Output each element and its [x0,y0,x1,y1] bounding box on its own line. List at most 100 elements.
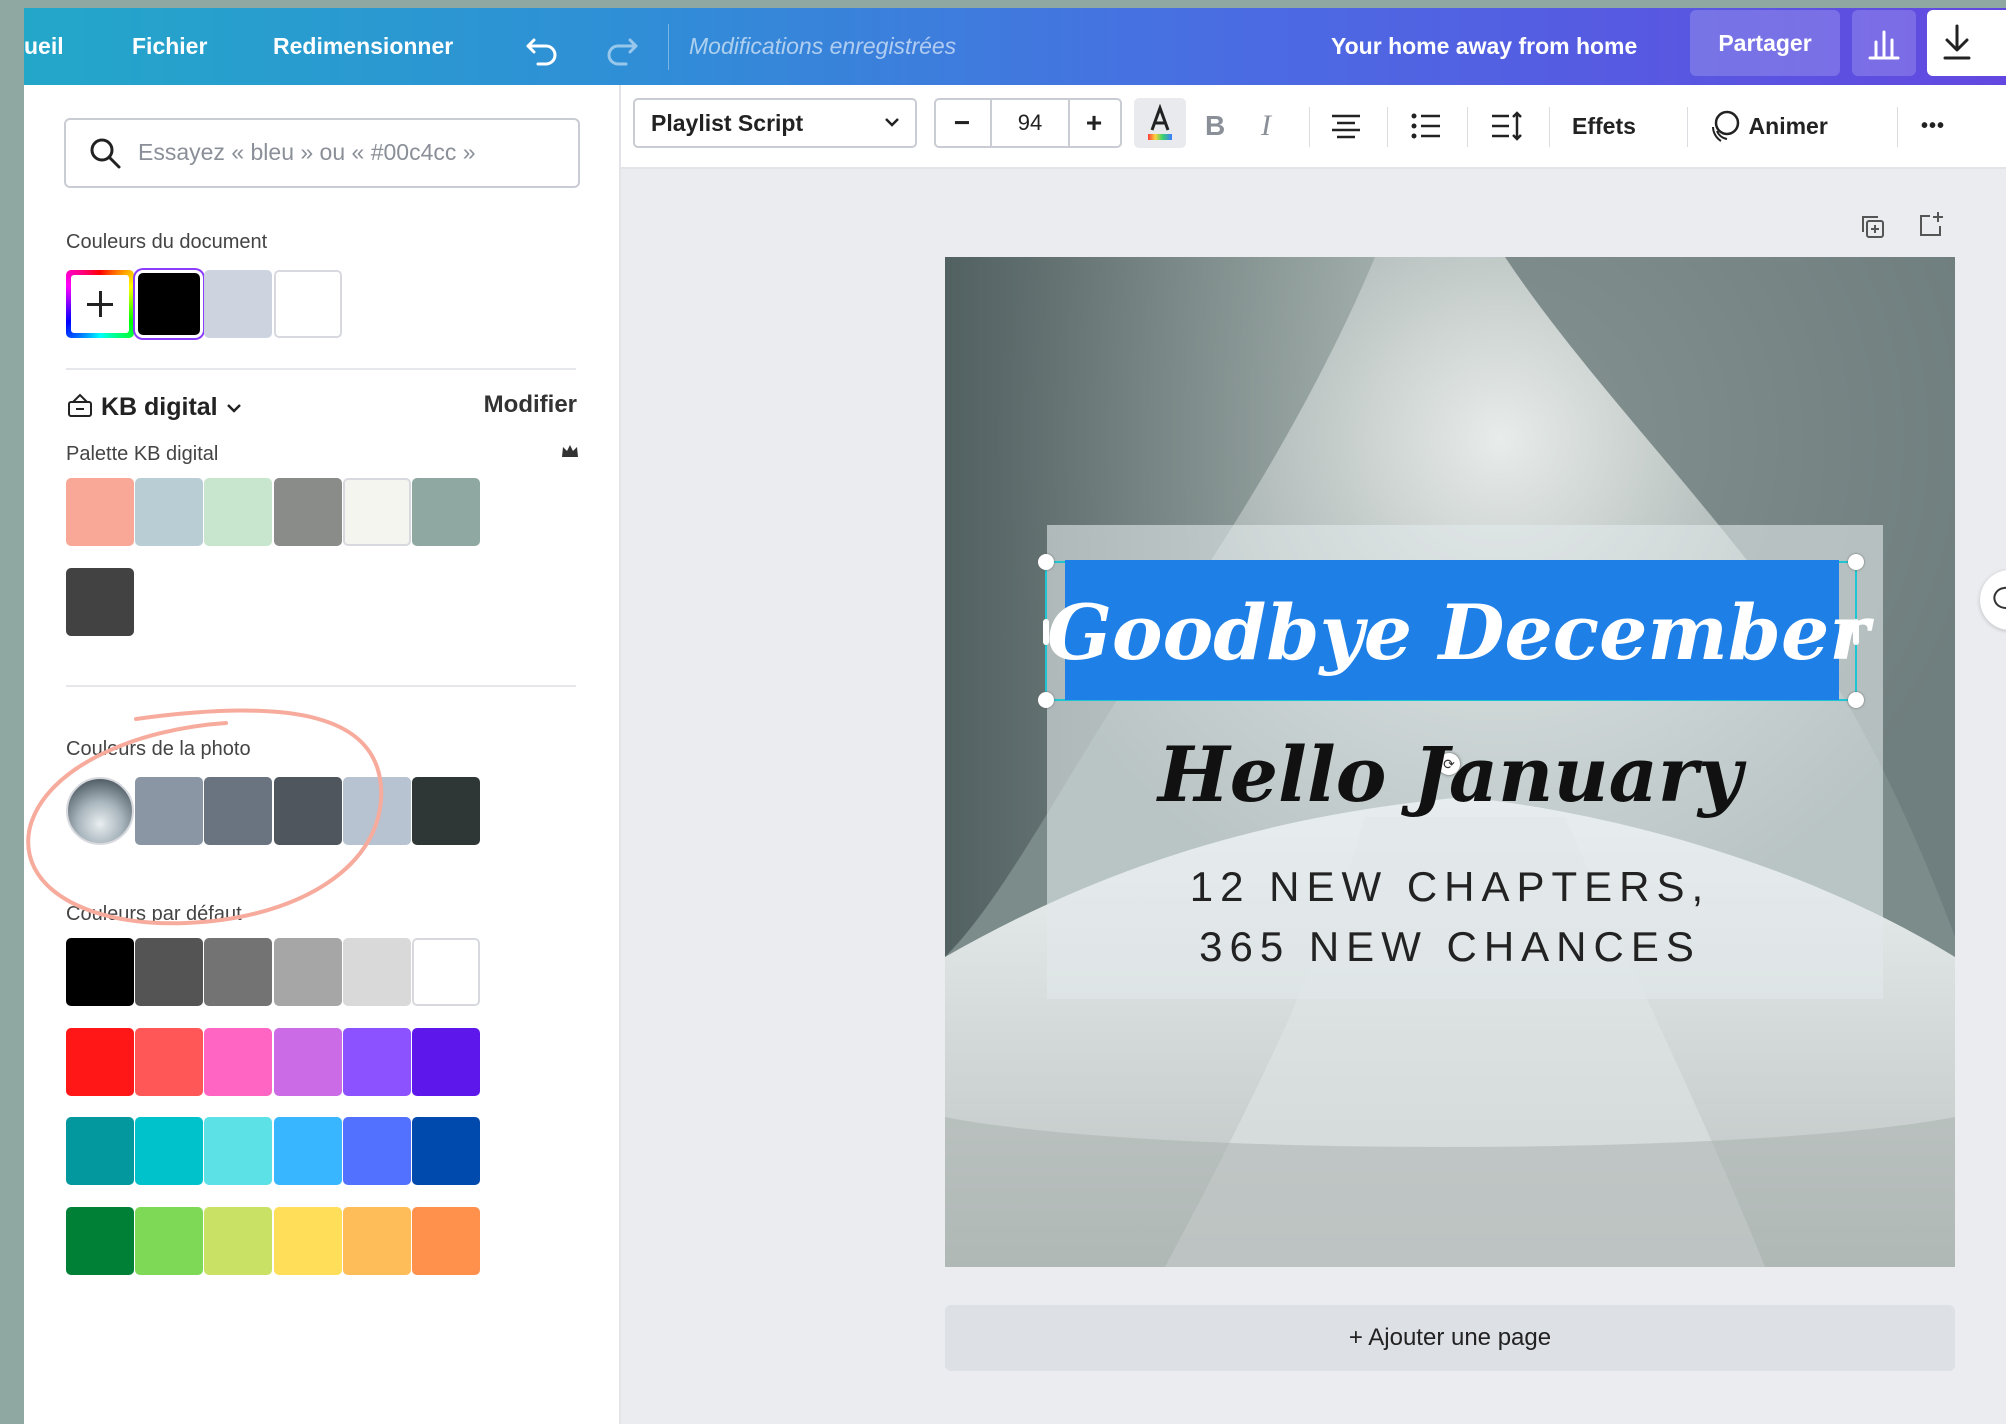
color-swatch[interactable] [66,568,134,636]
color-search [64,118,580,188]
toolbar-separator [1387,107,1388,147]
italic-button[interactable]: I [1261,85,1271,167]
color-swatch[interactable] [342,1206,411,1275]
line-spacing-icon [1492,111,1522,141]
side-handle[interactable] [1853,619,1859,645]
brand-kit-selector[interactable]: KB digital [66,391,243,422]
resize-handle[interactable] [1848,554,1864,570]
color-swatch[interactable] [135,478,204,546]
resize-menu[interactable]: Redimensionner [273,8,453,85]
color-swatch[interactable] [342,1027,411,1096]
search-icon [90,138,121,169]
color-swatch[interactable] [204,938,273,1006]
decrease-font-size-button[interactable]: − [936,100,988,146]
bullet-list-icon [1411,113,1440,139]
more-options-button[interactable]: ••• [1921,85,1945,167]
tagline-line-1[interactable]: 12 NEW CHAPTERS, [945,857,1955,917]
duplicate-page-icon[interactable] [1858,212,1888,242]
color-swatch[interactable] [204,270,273,338]
color-swatch[interactable] [273,478,342,546]
font-family-value: Playlist Script [651,110,804,136]
color-swatch[interactable] [342,777,411,845]
color-swatch[interactable] [273,938,342,1006]
undo-button[interactable] [524,8,572,85]
color-swatch[interactable] [412,777,480,845]
color-swatch[interactable] [273,1027,342,1096]
color-swatch[interactable] [66,1206,134,1275]
color-swatch[interactable] [412,1117,480,1185]
selected-color-swatch[interactable] [138,273,201,335]
color-swatch[interactable] [135,1027,204,1096]
color-swatch[interactable] [412,1206,480,1275]
default-colors-heading: Couleurs par défaut [66,903,242,925]
animate-button[interactable]: Animer [1707,85,1828,167]
color-swatch[interactable] [66,1027,134,1096]
edit-brand-button[interactable]: Modifier [484,391,577,419]
bar-chart-icon [1868,30,1900,60]
design-page[interactable]: Goodbye December ⟳ Hello January 12 NEW … [945,257,1955,1267]
comment-button[interactable] [1980,570,2006,630]
color-swatch[interactable] [342,478,411,546]
color-swatch[interactable] [135,1206,204,1275]
animate-icon [1712,110,1740,142]
home-link[interactable]: ueil [24,8,64,85]
color-swatch[interactable] [342,1117,411,1185]
bold-button[interactable]: B [1205,85,1225,167]
color-swatch[interactable] [204,1117,273,1185]
redo-button[interactable] [604,8,652,85]
list-button[interactable] [1409,85,1443,167]
selected-text-box[interactable]: Goodbye December [1038,554,1869,708]
align-center-button[interactable] [1329,85,1363,167]
color-swatch[interactable] [204,1027,273,1096]
undo-icon [526,38,557,66]
text-color-button[interactable] [1134,98,1186,148]
add-color-button[interactable] [66,270,134,338]
subhead-text[interactable]: Hello January [945,715,1955,835]
tagline-line-2[interactable]: 365 NEW CHANCES [945,917,1955,977]
color-swatch[interactable] [135,1117,204,1185]
color-swatch[interactable] [66,938,134,1006]
font-size-input[interactable]: 94 [990,100,1070,146]
color-swatch[interactable] [66,1117,134,1185]
increase-font-size-button[interactable]: + [1068,100,1120,146]
effects-button[interactable]: Effets [1572,85,1636,167]
resize-handle[interactable] [1038,692,1054,708]
color-swatch[interactable] [273,777,342,845]
design-title[interactable]: Your home away from home [1331,8,1637,85]
share-button[interactable]: Partager [1690,10,1840,76]
brand-palette-heading: Palette KB digital [66,443,219,465]
color-swatch[interactable] [66,478,134,546]
color-swatch[interactable] [412,478,480,546]
color-swatch[interactable] [204,777,273,845]
add-page-icon[interactable] [1916,208,1948,240]
color-swatch[interactable] [135,938,204,1006]
document-colors-heading: Couleurs du document [66,231,268,253]
add-page-button[interactable]: + Ajouter une page [945,1305,1955,1371]
headline-text[interactable]: Goodbye December [1047,563,1869,703]
color-swatch[interactable] [273,1117,342,1185]
color-swatch[interactable] [412,1027,480,1096]
font-size-stepper: − 94 + [934,98,1122,148]
side-handle[interactable] [1043,619,1049,645]
color-swatch[interactable] [273,1206,342,1275]
color-swatch[interactable] [273,270,342,338]
resize-handle[interactable] [1038,554,1054,570]
chevron-down-icon [885,118,899,127]
file-menu[interactable]: Fichier [132,8,207,85]
top-bar: ueil Fichier Redimensionner Modification… [24,8,2006,85]
photo-thumbnail[interactable] [66,777,134,845]
color-swatch[interactable] [204,478,273,546]
color-swatch[interactable] [342,938,411,1006]
color-swatch[interactable] [204,1206,273,1275]
color-search-input[interactable] [136,120,560,184]
color-swatch[interactable] [412,938,480,1006]
comment-icon [1993,586,2006,609]
download-button[interactable] [1927,10,2006,76]
color-swatch[interactable] [135,777,204,845]
insights-button[interactable] [1852,10,1916,76]
resize-handle[interactable] [1848,692,1864,708]
spacing-button[interactable] [1489,85,1525,167]
photo-colors-heading: Couleurs de la photo [66,738,251,760]
divider [66,368,576,370]
font-family-dropdown[interactable]: Playlist Script [633,98,917,148]
